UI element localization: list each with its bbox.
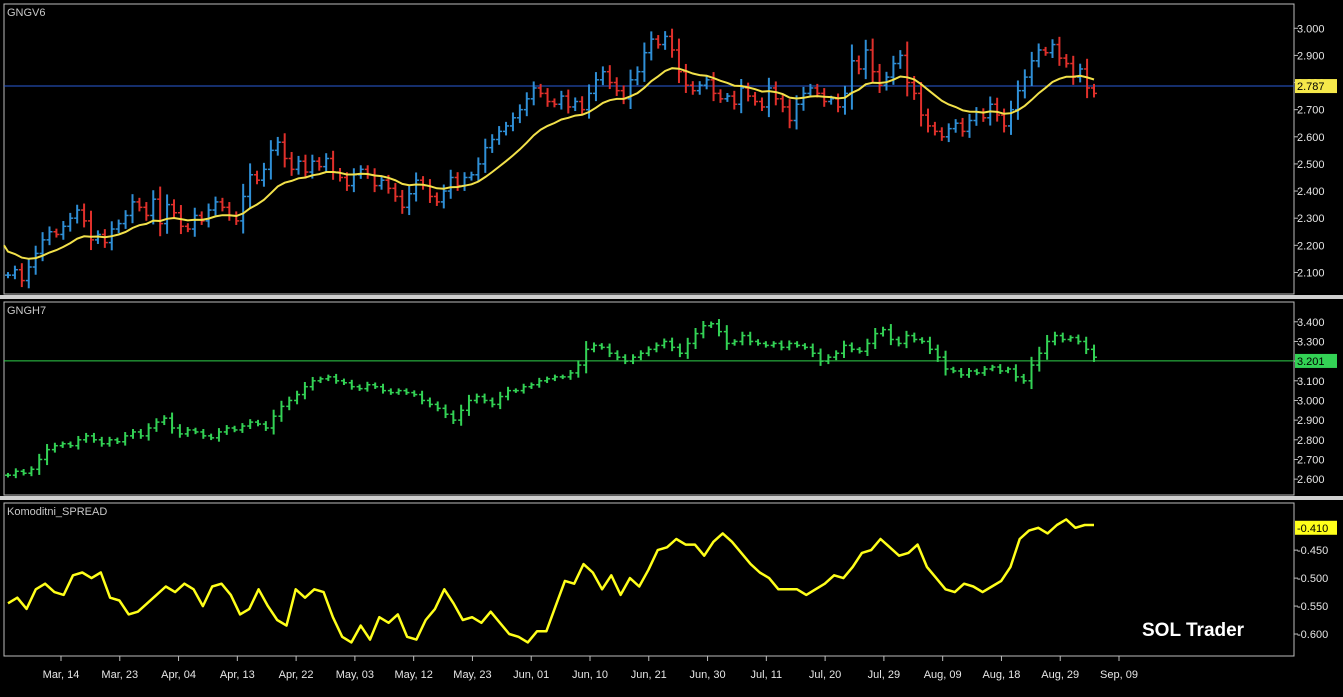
trading-chart: 3.000 2.900 2.800 2.700 2.600 2.500 2.400 2.300…	[0, 3, 1343, 681]
x-tick-label: Jun, 01	[513, 669, 549, 681]
spread-line	[7, 518, 1094, 644]
brand-watermark: SOL Trader	[1142, 620, 1245, 641]
panel-2-last-price-label: 3.201	[1297, 356, 1325, 368]
panel-1-y-tick-label: 2.300	[1297, 213, 1325, 225]
panel-3-title: Komoditni_SPREAD	[7, 506, 108, 518]
x-tick-label: Sep, 09	[1100, 669, 1138, 681]
panel-1-title: GNGV6	[7, 7, 46, 19]
panel-1-y-tick-label: 2.600	[1297, 132, 1325, 144]
x-tick-label: May, 03	[336, 669, 374, 681]
panel-2-title: GNGH7	[7, 305, 47, 317]
x-tick-label: Apr, 04	[161, 669, 196, 681]
x-tick-label: Jun, 21	[631, 669, 667, 681]
x-tick-label: Jun, 30	[690, 669, 726, 681]
panel-2-y-tick-label: 2.900	[1297, 415, 1325, 427]
panel-2-y-tick-label: 2.600	[1297, 474, 1325, 486]
x-tick-label: May, 23	[453, 669, 491, 681]
x-tick-label: Jul, 29	[868, 669, 900, 681]
panel-2-frame	[3, 301, 1295, 496]
panel-1-y-tick-label: 2.100	[1297, 267, 1325, 279]
x-tick-label: Jul, 11	[751, 669, 783, 681]
panel-1-last-price-label: 2.787	[1297, 81, 1325, 93]
panel-3-frame	[3, 502, 1295, 657]
panel-2-y-tick-label: 3.000	[1297, 395, 1325, 407]
x-tick-label: Mar, 23	[101, 669, 138, 681]
x-tick-label: Aug, 29	[1041, 669, 1079, 681]
panel-2-y-tick-label: 3.100	[1297, 376, 1325, 388]
panel-2-y-tick-label: 3.300	[1297, 336, 1325, 348]
panel-1-y-tick-label: 2.400	[1297, 186, 1325, 198]
x-tick-label: Jul, 20	[809, 669, 841, 681]
x-tick-label: Mar, 14	[43, 669, 80, 681]
x-tick-label: Aug, 09	[924, 669, 962, 681]
panel-2-y-tick-label: 3.400	[1297, 317, 1325, 329]
panel-3-y-tick-label: -0.500	[1297, 573, 1328, 585]
panel-1-y-tick-label: 2.700	[1297, 105, 1325, 117]
panel-1-y-tick-label: 3.000	[1297, 23, 1325, 35]
x-tick-label: May, 12	[395, 669, 433, 681]
x-tick-label: Apr, 13	[220, 669, 255, 681]
separator-2	[0, 496, 1343, 500]
separator-1	[0, 295, 1343, 299]
panel-2-y-tick-label: 2.700	[1297, 454, 1325, 466]
panel-1-frame	[3, 3, 1295, 295]
panel-3-y-tick-label: -0.600	[1297, 629, 1328, 641]
panel-2-y-tick-label: 2.800	[1297, 435, 1325, 447]
panel-3-last-price-label: -0.410	[1297, 523, 1328, 535]
panel-1-y-tick-label: 2.500	[1297, 159, 1325, 171]
x-tick-label: Apr, 22	[279, 669, 314, 681]
panel-1-y-tick-label: 2.200	[1297, 240, 1325, 252]
panel-1-y-tick-label: 2.900	[1297, 50, 1325, 62]
x-tick-label: Aug, 18	[982, 669, 1020, 681]
x-tick-label: Jun, 10	[572, 669, 608, 681]
panel-3-y-tick-label: -0.450	[1297, 545, 1328, 557]
panel-3-y-tick-label: -0.550	[1297, 601, 1328, 613]
